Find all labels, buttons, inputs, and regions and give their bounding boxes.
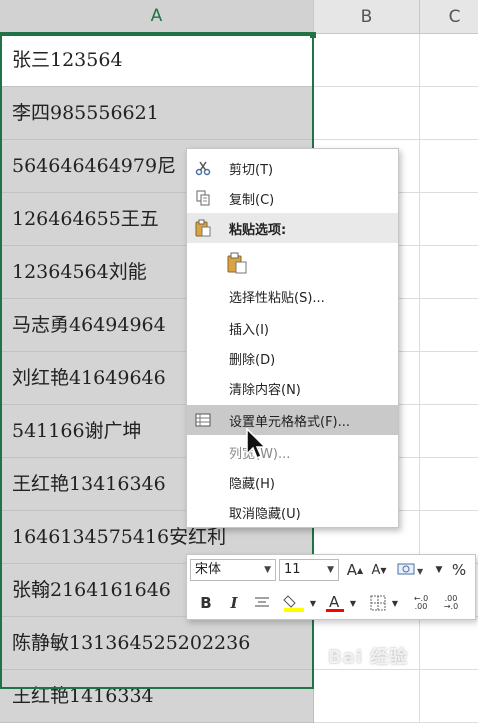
increase-font-size-button[interactable]: A ▲: [345, 559, 365, 581]
chevron-down-icon[interactable]: ▼: [433, 559, 445, 581]
scissors-icon: [193, 158, 213, 178]
percent-style-button[interactable]: %: [447, 559, 471, 581]
table-row: 李四985556621: [0, 87, 478, 140]
menu-item-clear-contents[interactable]: 清除内容(N): [187, 373, 398, 403]
copy-icon: [193, 188, 213, 208]
menu-item-column-width[interactable]: 列宽(W)...: [187, 437, 398, 467]
chevron-down-icon[interactable]: ▼: [348, 591, 358, 615]
menu-item-unhide[interactable]: 取消隐藏(U): [187, 497, 398, 527]
menu-item-label: 隐藏(H): [229, 476, 275, 492]
menu-item-delete[interactable]: 删除(D): [187, 343, 398, 373]
menu-item-label: 清除内容(N): [229, 382, 301, 398]
menu-item-cut[interactable]: 剪切(T): [187, 153, 398, 183]
paste-option-button[interactable]: [187, 245, 398, 281]
accounting-format-button[interactable]: ▼: [395, 559, 425, 581]
menu-item-label: 取消隐藏(U): [229, 506, 301, 522]
italic-button[interactable]: I: [223, 591, 245, 615]
font-size-value: 11: [284, 562, 301, 577]
increase-decimal-button[interactable]: ←.0.00: [409, 591, 433, 615]
chevron-down-icon: ▼: [264, 565, 271, 575]
fill-handle[interactable]: [310, 32, 316, 38]
menu-item-format-cells[interactable]: 设置单元格格式(F)...: [187, 405, 398, 435]
cell-a1[interactable]: 张三123564: [0, 34, 314, 87]
cell-b13[interactable]: [314, 670, 420, 723]
cell-a12[interactable]: 陈静敏131364525202236: [0, 617, 314, 670]
column-header-a[interactable]: A: [0, 0, 314, 34]
menu-item-insert[interactable]: 插入(I): [187, 313, 398, 343]
watermark: Bai 经验: [328, 647, 409, 668]
menu-item-hide[interactable]: 隐藏(H): [187, 467, 398, 497]
menu-item-paste-special[interactable]: 选择性粘贴(S)...: [187, 281, 398, 311]
bold-button[interactable]: B: [195, 591, 217, 615]
font-size-dropdown[interactable]: 11 ▼: [279, 559, 339, 581]
font-name-value: 宋体: [195, 562, 222, 577]
column-header-b[interactable]: B: [314, 0, 420, 34]
borders-button[interactable]: [367, 591, 389, 615]
context-menu: 剪切(T) 复制(C) 粘贴选项: 选择性粘贴(S)... 插入(I) 删除(D…: [186, 148, 399, 528]
cell-b2[interactable]: [314, 87, 420, 140]
menu-item-label: 插入(I): [229, 322, 269, 338]
chevron-down-icon[interactable]: ▼: [308, 591, 318, 615]
mouse-cursor-icon: [246, 427, 268, 464]
menu-item-label: 粘贴选项:: [229, 222, 287, 238]
chevron-down-icon: ▼: [327, 565, 334, 575]
table-row: 张三123564: [0, 34, 478, 87]
align-center-button[interactable]: [251, 591, 273, 615]
font-name-dropdown[interactable]: 宋体 ▼: [190, 559, 276, 581]
decrease-decimal-button[interactable]: .00 →.0: [439, 591, 463, 615]
svg-text:▼: ▼: [417, 567, 423, 576]
menu-item-paste-options: 粘贴选项:: [187, 213, 398, 243]
cell-a2[interactable]: 李四985556621: [0, 87, 314, 140]
cell-a13[interactable]: 王红艳1416334: [0, 670, 314, 723]
clipboard-icon: [193, 218, 213, 238]
menu-item-label: 删除(D): [229, 352, 276, 368]
mini-toolbar: 宋体 ▼ 11 ▼ A ▲ A ▼ ▼ ▼ % B I ▼ A ▼ ▼ ←.0.00…: [186, 554, 476, 620]
column-header-c[interactable]: C: [420, 0, 478, 34]
cell-b1[interactable]: [314, 34, 420, 87]
font-color-button[interactable]: A: [323, 591, 347, 615]
paste-clipboard-icon: [225, 251, 249, 275]
svg-text:A: A: [329, 593, 340, 611]
format-cells-icon: [193, 410, 213, 430]
menu-item-label: 复制(C): [229, 192, 275, 208]
menu-item-label: 剪切(T): [229, 162, 274, 178]
table-row: 王红艳1416334: [0, 670, 478, 723]
decrease-font-size-button[interactable]: A ▼: [369, 559, 389, 581]
menu-item-copy[interactable]: 复制(C): [187, 183, 398, 213]
fill-color-button[interactable]: [281, 591, 307, 615]
menu-item-label: 设置单元格格式(F)...: [229, 414, 351, 430]
menu-item-label: 选择性粘贴(S)...: [229, 290, 325, 306]
chevron-down-icon[interactable]: ▼: [390, 591, 400, 615]
